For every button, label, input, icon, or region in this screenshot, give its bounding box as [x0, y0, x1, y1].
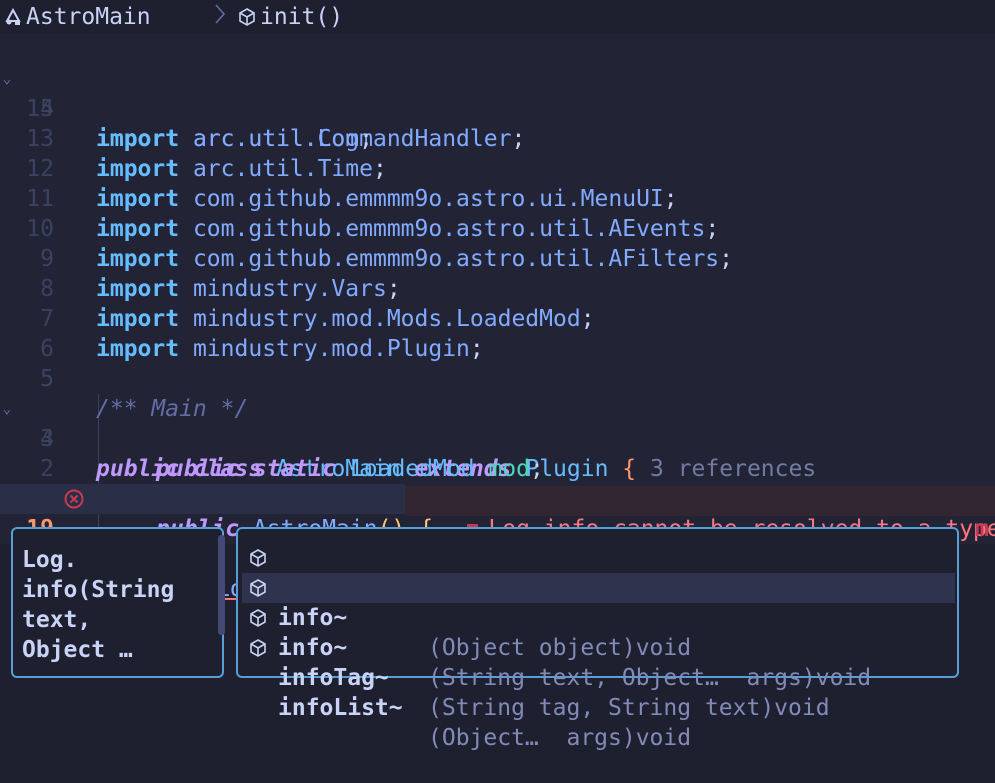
doc-scrollbar[interactable] [218, 535, 225, 635]
completion-item[interactable]: info~ (Object object)void [242, 543, 955, 661]
code-line: 2 [0, 424, 995, 482]
code-line: 3 public static LoadedMod mod; [0, 394, 995, 482]
code-line: 13 import arc.util.Time; [0, 94, 995, 182]
completion-signature: (String text, Object… args)void [428, 665, 872, 691]
current-code-line[interactable]: 19 Log.info [0, 484, 405, 603]
code-line: ⌄ 15 import arc.util.CommandHandler; [0, 34, 995, 152]
doc-line: info(String [22, 577, 175, 603]
signature-doc-text: Log. info(String text, Object … [22, 545, 174, 665]
completion-signature: (Object… args)void [428, 725, 692, 751]
breadcrumb-symbol[interactable]: init() [260, 4, 343, 30]
breadcrumb: AstroMain init() [0, 0, 995, 34]
shapes-icon [0, 8, 26, 26]
doc-line: text, [22, 607, 92, 633]
error-icon[interactable] [64, 489, 84, 509]
code-line: 8 import mindustry.mod.Mods.LoadedMod; [0, 244, 995, 332]
completion-item[interactable]: infoList~ (Object… args)void [242, 633, 955, 751]
breadcrumb-file[interactable]: AstroMain [26, 4, 151, 30]
completion-item-selected[interactable]: info~ (String text, Object… args)void [242, 573, 955, 691]
error-overflow-char: m [975, 516, 989, 542]
code-line: 10 import com.github.emmmm9o.astro.util.… [0, 184, 995, 272]
method-cube-icon [250, 579, 266, 597]
doc-line: Object … [22, 637, 133, 663]
code-line: 14 import arc.util.Log; [0, 64, 995, 152]
doc-line: Log. [22, 547, 78, 573]
error-message: Log.info cannot be resolved to a type [412, 484, 995, 542]
completion-item[interactable]: infoTag~ (String tag, String text)void [242, 603, 955, 721]
code-editor[interactable]: ⌄ 15 import arc.util.CommandHandler; 14 … [0, 34, 995, 603]
code-line: ⌄ 4 public class AstroMain extends Plugi… [0, 364, 995, 482]
method-cube-icon [250, 639, 266, 657]
method-cube-icon [250, 609, 266, 627]
code-line: 1 public AstroMain() { [0, 454, 995, 542]
code-line: 9 import mindustry.Vars; [0, 214, 995, 302]
code-line: 7 import mindustry.mod.Plugin; [0, 274, 995, 362]
signature-doc-popup[interactable]: Log. info(String text, Object … [11, 527, 225, 678]
code-line: 5 /** Main */ [0, 334, 995, 422]
completion-popup[interactable]: info~ (Object object)void info~ (String … [236, 527, 959, 751]
method-cube-icon [234, 8, 260, 26]
code-line: 11 import com.github.emmmm9o.astro.util.… [0, 154, 995, 242]
completion-signature: (String tag, String text)void [428, 695, 830, 721]
code-line: 12 import com.github.emmmm9o.astro.ui.Me… [0, 124, 995, 212]
completion-name: infoList~ [278, 695, 403, 721]
method-cube-icon [250, 549, 266, 567]
code-line: 6 [0, 304, 995, 362]
